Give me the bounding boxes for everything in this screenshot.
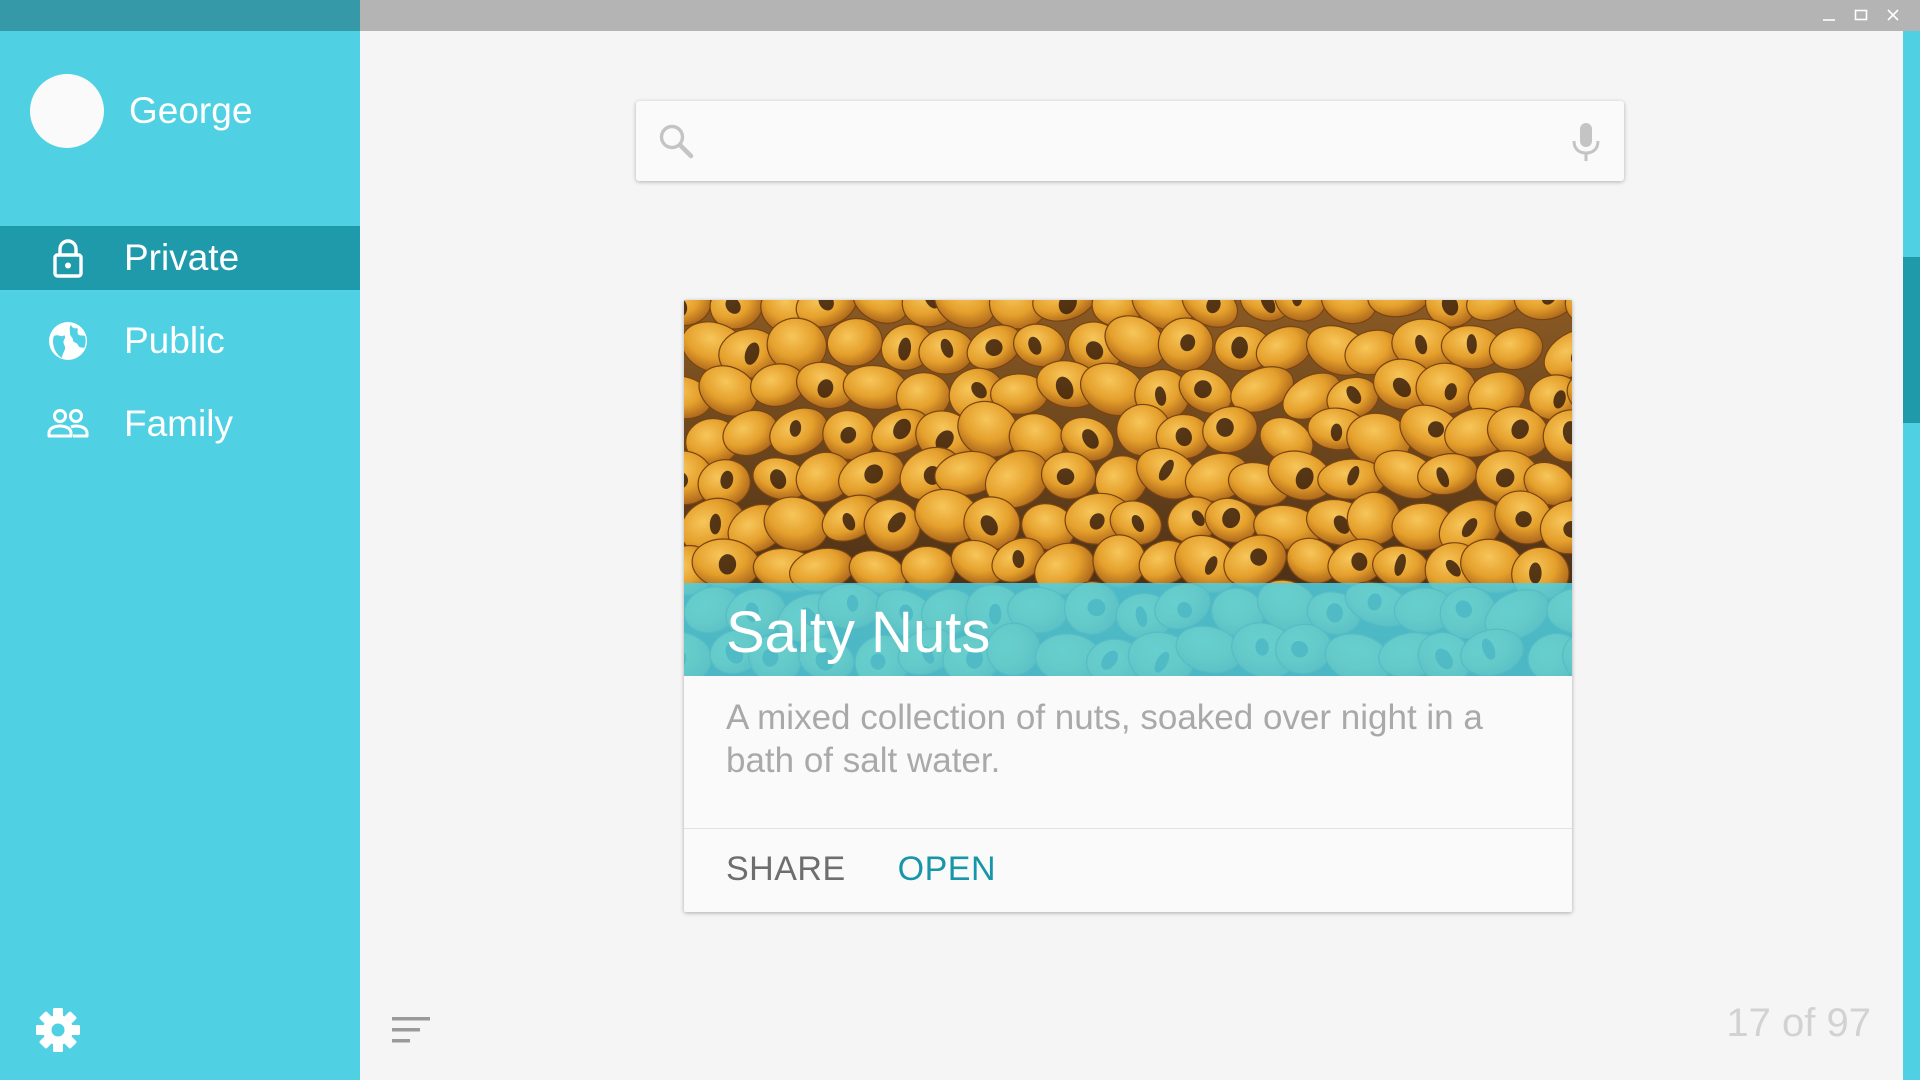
sidebar: George Private Public Family [0,31,360,1080]
maximize-icon[interactable] [1852,6,1870,24]
sidebar-item-private[interactable]: Private [0,226,360,290]
page-counter: 17 of 97 [1726,1001,1871,1045]
item-card: Salty Nuts A mixed collection of nuts, s… [684,300,1572,912]
lock-icon [44,234,92,282]
sidebar-item-label: Public [124,320,225,361]
card-divider [684,828,1572,829]
profile-name: George [129,90,253,131]
microphone-icon[interactable] [1570,121,1602,163]
sidebar-item-label: Private [124,237,240,278]
search-icon[interactable] [656,121,696,161]
avatar[interactable] [30,74,104,148]
gear-icon[interactable] [34,1006,82,1054]
close-icon[interactable] [1884,6,1902,24]
card-description: A mixed collection of nuts, soaked over … [726,698,1483,780]
scrollbar[interactable] [1903,31,1920,1080]
card-title: Salty Nuts [726,600,991,665]
sidebar-item-public[interactable]: Public [0,309,360,373]
scrollbar-thumb[interactable] [1903,257,1920,423]
search-bar[interactable] [636,101,1624,181]
window-controls [1820,6,1902,24]
globe-icon [44,317,92,365]
sidebar-nav: Private Public Family [0,226,360,475]
main-content: Salty Nuts A mixed collection of nuts, s… [360,31,1903,1080]
sort-icon[interactable] [390,1013,434,1049]
sidebar-item-label: Family [124,403,233,444]
people-icon [44,400,92,448]
minimize-icon[interactable] [1820,6,1838,24]
open-button[interactable]: OPEN [898,850,996,889]
window-titlebar [0,0,1920,31]
sidebar-item-family[interactable]: Family [0,392,360,456]
share-button[interactable]: SHARE [726,850,846,889]
search-input[interactable] [714,117,1534,165]
titlebar-accent [0,0,360,31]
card-actions: SHARE OPEN [726,850,996,889]
profile[interactable]: George [30,74,252,148]
card-title-bar: Salty Nuts [684,583,1572,676]
